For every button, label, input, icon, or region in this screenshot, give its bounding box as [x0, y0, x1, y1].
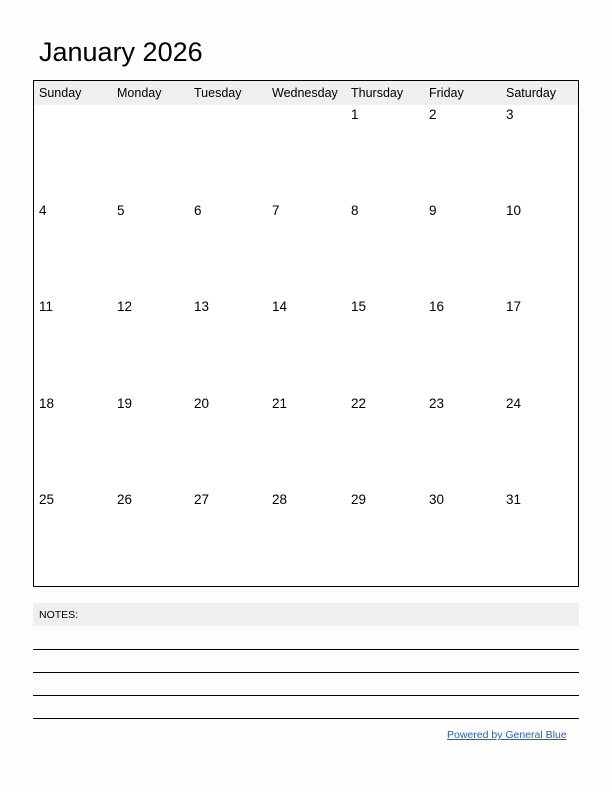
- day-cell: 10: [506, 203, 522, 218]
- day-cell: 18: [39, 396, 55, 411]
- day-cell: 21: [272, 396, 288, 411]
- notes-header: NOTES:: [33, 603, 579, 626]
- day-cell: 17: [506, 299, 522, 314]
- calendar-title: January 2026: [39, 37, 203, 67]
- notes-line: [33, 718, 579, 719]
- weekday-tuesday: Tuesday: [194, 86, 242, 100]
- day-cell: 13: [194, 299, 210, 314]
- calendar-grid: Sunday Monday Tuesday Wednesday Thursday Frid…: [33, 80, 579, 587]
- day-cell: 23: [429, 396, 445, 411]
- day-cell: 6: [194, 203, 202, 218]
- day-cell: 16: [429, 299, 445, 314]
- weekday-friday: Friday: [429, 86, 464, 100]
- day-cell: 11: [39, 299, 54, 314]
- day-cell: 2: [429, 107, 437, 122]
- day-cell: 28: [272, 492, 288, 507]
- powered-by-link[interactable]: Powered by General Blue: [447, 729, 567, 741]
- day-cell: 30: [429, 492, 445, 507]
- day-cell: 24: [506, 396, 522, 411]
- day-cell: 31: [506, 492, 522, 507]
- day-cell: 20: [194, 396, 210, 411]
- day-cell: 26: [117, 492, 133, 507]
- day-cell: 1: [351, 107, 359, 122]
- weekday-wednesday: Wednesday: [272, 86, 338, 100]
- notes-label: NOTES:: [39, 609, 79, 621]
- notes-line: [33, 672, 579, 673]
- day-cell: 12: [117, 299, 133, 314]
- day-cell: 4: [39, 203, 47, 218]
- weekday-sunday: Sunday: [39, 86, 82, 100]
- day-cell: 14: [272, 299, 288, 314]
- day-cell: 22: [351, 396, 367, 411]
- day-cell: 29: [351, 492, 367, 507]
- day-cell: 3: [506, 107, 514, 122]
- notes-line: [33, 695, 579, 696]
- day-cell: 5: [117, 203, 125, 218]
- day-cell: 19: [117, 396, 133, 411]
- weekday-header: Sunday Monday Tuesday Wednesday Thursday Frid…: [34, 81, 578, 105]
- weekday-saturday: Saturday: [506, 86, 557, 100]
- day-cell: 8: [351, 203, 359, 218]
- day-cell: 9: [429, 203, 437, 218]
- notes-line: [33, 649, 579, 650]
- weekday-thursday: Thursday: [351, 86, 404, 100]
- day-cell: 25: [39, 492, 55, 507]
- weekday-monday: Monday: [117, 86, 162, 100]
- day-cell: 15: [351, 299, 367, 314]
- day-cell: 27: [194, 492, 210, 507]
- day-cell: 7: [272, 203, 280, 218]
